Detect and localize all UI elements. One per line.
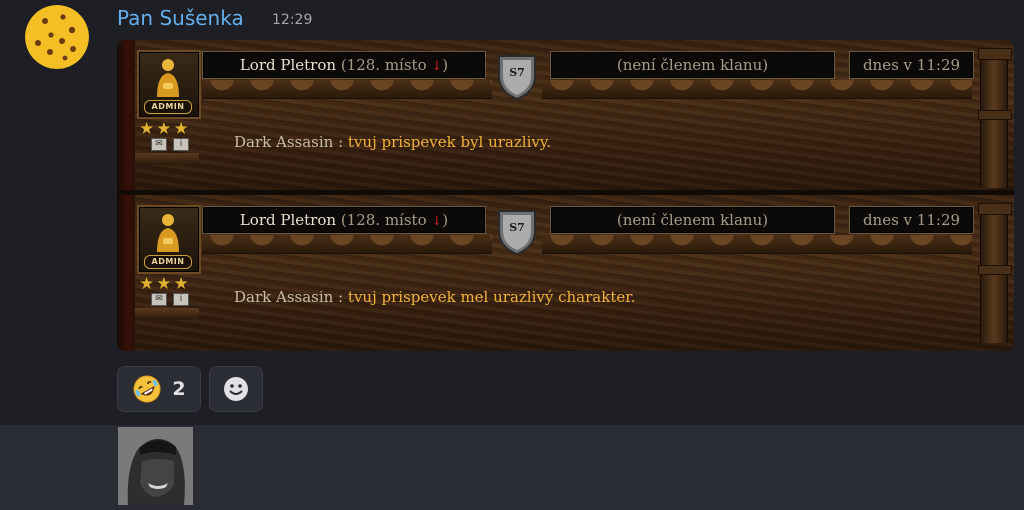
mail-icon[interactable]: ✉ — [151, 293, 167, 306]
rank-stars: ★ ★ ★ — [139, 275, 199, 293]
shield-label: S7 — [509, 221, 525, 234]
info-icon[interactable]: i — [173, 138, 189, 151]
player-name[interactable]: Lord Pletron — [240, 56, 336, 74]
post-right-pillar — [978, 48, 1012, 188]
post-text-author: Dark Assasin — [234, 133, 334, 151]
embedded-image[interactable]: ADMIN ★ ★ ★ ✉ i Lord Pletron (128. místo… — [117, 40, 1014, 351]
post-text-body: tvuj prispevek byl urazlivy. — [347, 133, 552, 151]
star-icon: ★ — [173, 119, 189, 139]
monk-figure-icon — [157, 214, 179, 252]
carved-trim — [202, 80, 492, 99]
reactions-bar: 2 — [117, 366, 263, 412]
add-reaction-icon — [224, 377, 248, 401]
reaction-count: 2 — [172, 378, 186, 400]
admin-badge: ADMIN — [144, 100, 192, 114]
star-icon: ★ — [156, 274, 172, 294]
rolling-on-floor-laughing-icon — [133, 375, 161, 403]
post-left-border — [117, 40, 135, 190]
player-rank: (128. místo — [340, 211, 427, 229]
monk-figure-icon — [157, 59, 179, 97]
rank-down-arrow-icon: ↓ — [431, 214, 443, 229]
post-text: Dark Assasin : tvuj prispevek mel urazli… — [234, 288, 636, 306]
post-date: dnes v 11:29 — [849, 51, 974, 79]
admin-badge: ADMIN — [144, 255, 192, 269]
info-icon[interactable]: i — [173, 293, 189, 306]
star-icon: ★ — [173, 274, 189, 294]
player-rank: (128. místo — [340, 56, 427, 74]
star-icon: ★ — [156, 119, 172, 139]
carved-trim — [542, 80, 972, 99]
post-text-author: Dark Assasin — [234, 288, 334, 306]
add-reaction-button[interactable] — [209, 366, 263, 412]
user-avatar-thumbnail[interactable] — [118, 427, 193, 505]
carved-trim — [542, 235, 972, 254]
shield-label: S7 — [509, 66, 525, 79]
clan-box: (není členem klanu) — [550, 51, 835, 79]
player-name-box: Lord Pletron (128. místo ↓) — [202, 206, 486, 234]
portrait-base — [135, 308, 199, 320]
post-text: Dark Assasin : tvuj prispevek byl urazli… — [234, 133, 551, 151]
post-text-separator: : — [333, 288, 348, 306]
forum-post: ADMIN ★ ★ ★ ✉ i Lord Pletron (128. místo… — [117, 195, 1014, 351]
message-author[interactable]: Pan Sušenka — [117, 6, 244, 30]
forum-post: ADMIN ★ ★ ★ ✉ i Lord Pletron (128. místo… — [117, 40, 1014, 190]
post-text-separator: : — [333, 133, 348, 151]
message-group: Pan Sušenka 12:29 ADMIN ★ ★ ★ ✉ i Lord P… — [0, 0, 1024, 425]
player-name-box: Lord Pletron (128. místo ↓) — [202, 51, 486, 79]
post-left-border — [117, 195, 135, 351]
rank-down-arrow-icon: ↓ — [431, 59, 443, 74]
post-right-pillar — [978, 203, 1012, 343]
rank-stars: ★ ★ ★ — [139, 120, 199, 138]
star-icon: ★ — [139, 274, 155, 294]
player-name[interactable]: Lord Pletron — [240, 211, 336, 229]
player-actions: ✉ i — [151, 293, 189, 306]
player-portrait: ADMIN — [137, 205, 201, 274]
rank-close: ) — [442, 211, 449, 229]
player-portrait: ADMIN — [137, 50, 201, 119]
rank-close: ) — [442, 56, 449, 74]
star-icon: ★ — [139, 119, 155, 139]
mail-icon[interactable]: ✉ — [151, 138, 167, 151]
reaction-button[interactable]: 2 — [117, 366, 201, 412]
carved-trim — [202, 235, 492, 254]
clan-box: (není členem klanu) — [550, 206, 835, 234]
message-timestamp: 12:29 — [272, 12, 313, 28]
post-text-body: tvuj prispevek mel urazlivý charakter. — [347, 288, 636, 306]
player-actions: ✉ i — [151, 138, 189, 151]
portrait-base — [135, 153, 199, 165]
cookie-avatar[interactable] — [25, 5, 89, 69]
post-date: dnes v 11:29 — [849, 206, 974, 234]
